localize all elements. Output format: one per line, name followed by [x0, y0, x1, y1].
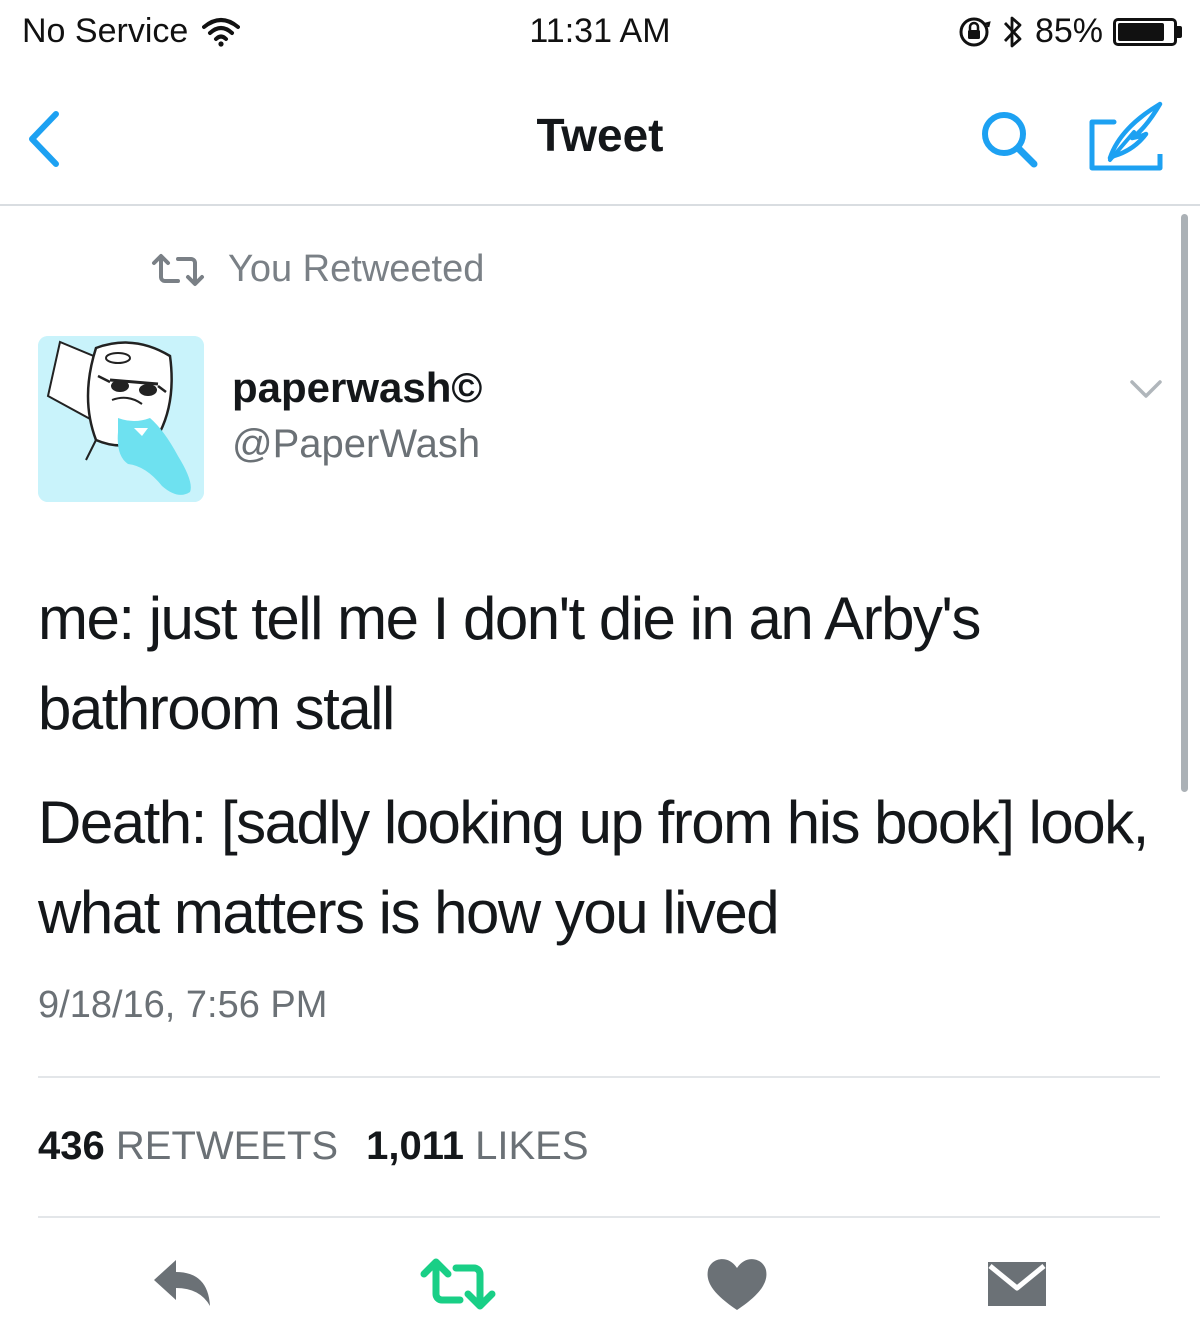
- retweet-button[interactable]: [420, 1254, 496, 1314]
- retweets-count: 436: [38, 1124, 105, 1168]
- divider: [38, 1076, 1160, 1078]
- battery-percent: 85%: [1034, 12, 1103, 50]
- retweet-icon: [152, 253, 204, 286]
- retweet-context: You Retweeted: [150, 248, 484, 291]
- battery-nub: [1177, 25, 1182, 38]
- tweet-stats: 436 RETWEETS 1,011 LIKES: [38, 1124, 589, 1169]
- reply-icon: [154, 1260, 210, 1306]
- retweets-stat[interactable]: 436 RETWEETS: [38, 1124, 338, 1169]
- divider: [38, 1216, 1160, 1218]
- direct-message-button[interactable]: [982, 1254, 1052, 1314]
- chevron-down-icon: [1130, 380, 1162, 398]
- battery-fill: [1118, 22, 1164, 41]
- bluetooth-icon: [1003, 16, 1022, 47]
- avatar-image: [38, 336, 204, 502]
- status-bar: No Service 11:31 AM 85%: [0, 0, 1200, 70]
- scrollbar[interactable]: [1181, 214, 1188, 792]
- likes-label: LIKES: [475, 1124, 589, 1168]
- search-icon: [982, 112, 1038, 168]
- search-button[interactable]: [970, 104, 1050, 174]
- retweets-label: RETWEETS: [115, 1124, 339, 1168]
- orientation-lock-icon: [959, 17, 991, 46]
- likes-stat[interactable]: 1,011 LIKES: [366, 1124, 588, 1169]
- compose-button[interactable]: [1080, 98, 1170, 178]
- battery-icon: [1113, 17, 1182, 46]
- tweet-options-button[interactable]: [1118, 368, 1174, 412]
- reply-button[interactable]: [148, 1254, 218, 1314]
- retweet-context-label: You Retweeted: [228, 248, 485, 290]
- status-right: 85%: [957, 12, 1182, 51]
- battery-body: [1113, 17, 1177, 46]
- tweet-paragraph: me: just tell me I don't die in an Arby'…: [38, 585, 981, 742]
- nav-bar: Tweet: [0, 70, 1200, 206]
- likes-count: 1,011: [366, 1124, 464, 1168]
- like-button[interactable]: [702, 1254, 772, 1314]
- tweet-timestamp: 9/18/16, 7:56 PM: [38, 984, 328, 1026]
- heart-icon: [707, 1259, 767, 1310]
- envelope-icon: [988, 1262, 1046, 1306]
- author-handle[interactable]: @PaperWash: [232, 422, 480, 467]
- author-display-name[interactable]: paperwash©: [232, 364, 482, 412]
- compose-icon: [1089, 101, 1163, 171]
- tweet-text: me: just tell me I don't die in an Arby'…: [38, 574, 1158, 958]
- tweet-paragraph: Death: [sadly looking up from his book] …: [38, 789, 1149, 946]
- retweet-icon: [420, 1258, 496, 1310]
- avatar[interactable]: [38, 336, 204, 502]
